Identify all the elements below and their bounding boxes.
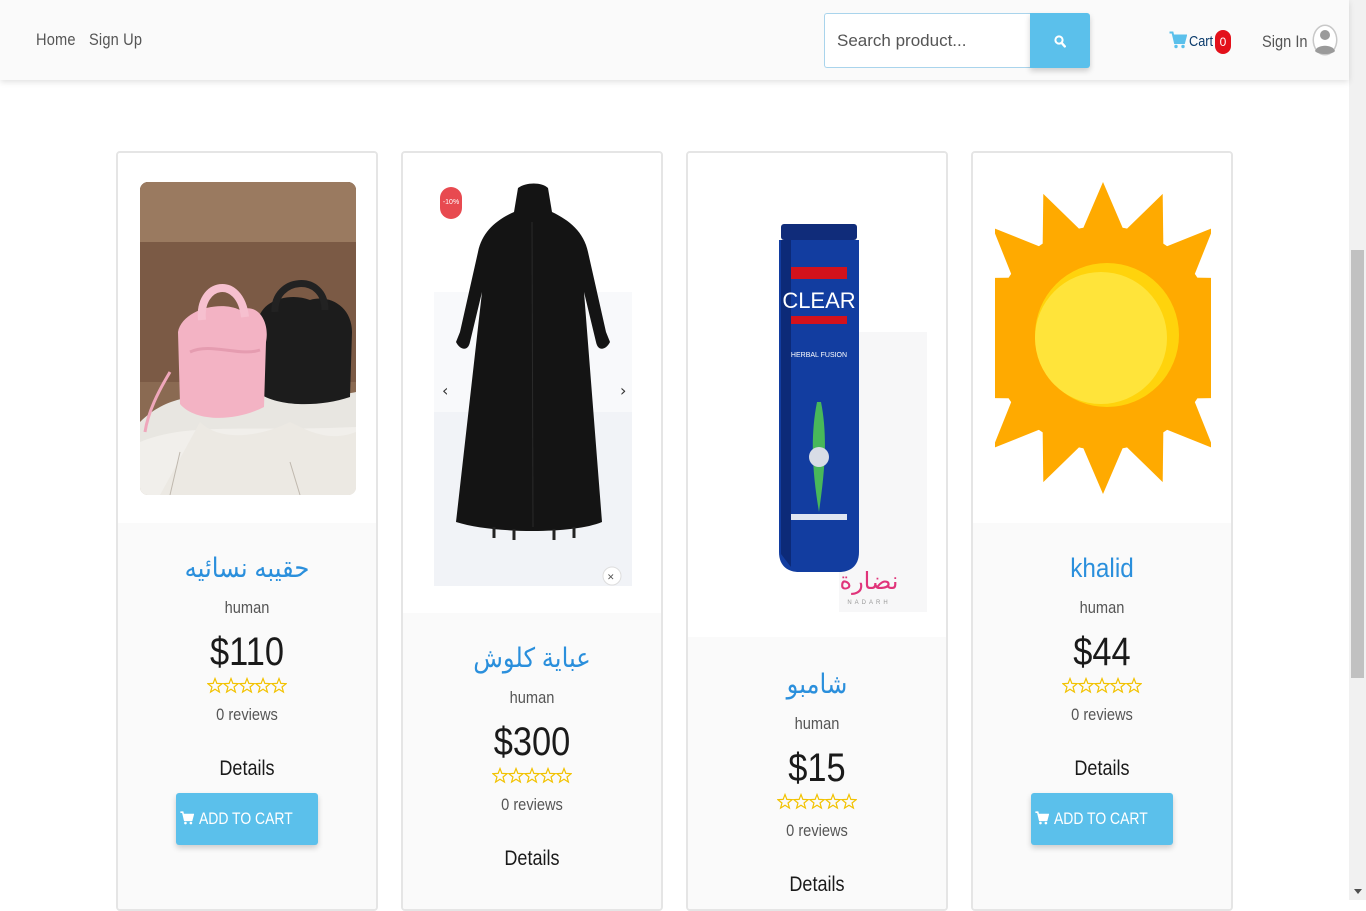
- review-count: 0 reviews: [786, 821, 848, 840]
- cart-icon: [1035, 811, 1050, 825]
- star-rating-icons: [776, 792, 858, 810]
- product-category: human: [794, 714, 840, 733]
- star-icon: [824, 792, 842, 810]
- product-price: $15: [788, 746, 846, 790]
- star-icon: [270, 676, 288, 694]
- star-icon: [222, 676, 240, 694]
- rating-stars: [688, 791, 946, 817]
- logo-sub-text: NADARH: [847, 600, 890, 606]
- star-icon: [555, 766, 573, 784]
- product-title[interactable]: khalid: [986, 553, 1218, 584]
- svg-text:‹: ‹: [442, 381, 448, 400]
- scrollbar-thumb[interactable]: [1351, 250, 1364, 678]
- shopping-cart-icon: [1169, 31, 1187, 49]
- add-to-cart-button[interactable]: ADD TO CART: [176, 793, 318, 845]
- search-button[interactable]: [1030, 13, 1090, 68]
- svg-text:✕: ✕: [607, 573, 615, 583]
- product-image-abaya[interactable]: ‹ › ✕: [434, 182, 632, 586]
- product-card: ‹ › ✕ -10% عباية كلوش human $300 0 revie…: [401, 151, 663, 911]
- star-icon: [1077, 676, 1095, 694]
- cart-count-badge: 0: [1215, 30, 1231, 54]
- rating-stars: [973, 675, 1231, 701]
- star-icon: [776, 792, 794, 810]
- review-count: 0 reviews: [1071, 705, 1133, 724]
- review-count: 0 reviews: [501, 795, 563, 814]
- star-rating-icons: [1061, 676, 1143, 694]
- page-scrollbar[interactable]: [1349, 0, 1366, 900]
- star-icon: [1109, 676, 1127, 694]
- product-image-sun[interactable]: [995, 180, 1211, 498]
- product-image-shampoo[interactable]: CLEAR HERBAL FUSION نضارة NADARH: [719, 182, 929, 612]
- brand-text: CLEAR: [782, 288, 855, 313]
- rating-stars: [118, 675, 376, 701]
- product-info: حقيبه نسائيه human $110 0 reviews Detail…: [118, 523, 376, 909]
- add-to-cart-button[interactable]: ADD TO CART: [1031, 793, 1173, 845]
- star-rating-icons: [491, 766, 573, 784]
- search-icon: [1054, 35, 1066, 48]
- product-card: khalid human $44 0 reviews Details ADD T…: [971, 151, 1233, 911]
- product-price: $110: [210, 630, 284, 674]
- product-info: شامبو human $15 0 reviews Details: [688, 637, 946, 909]
- star-icon: [523, 766, 541, 784]
- review-count: 0 reviews: [216, 705, 278, 724]
- product-image-handbag[interactable]: [140, 182, 356, 495]
- details-link[interactable]: Details: [991, 757, 1213, 781]
- star-icon: [539, 766, 557, 784]
- cart-label: Cart: [1189, 33, 1214, 50]
- signin-link[interactable]: Sign In: [1262, 32, 1308, 52]
- star-icon: [238, 676, 256, 694]
- product-image-area[interactable]: CLEAR HERBAL FUSION نضارة NADARH: [688, 153, 946, 637]
- details-link[interactable]: Details: [706, 873, 928, 897]
- nav-signup-link[interactable]: Sign Up: [89, 30, 142, 50]
- details-link[interactable]: Details: [136, 757, 358, 781]
- star-icon: [840, 792, 858, 810]
- product-price: $300: [493, 720, 571, 764]
- rating-stars: [403, 765, 661, 791]
- add-to-cart-label: ADD TO CART: [199, 809, 293, 828]
- product-info: عباية كلوش human $300 0 reviews Details: [403, 613, 661, 909]
- product-category: human: [509, 688, 555, 707]
- product-title[interactable]: حقيبه نسائيه: [131, 553, 363, 584]
- variant-text: HERBAL FUSION: [791, 352, 847, 359]
- star-icon: [1125, 676, 1143, 694]
- search-input[interactable]: [824, 13, 1031, 68]
- cart-icon: [180, 811, 195, 825]
- add-to-cart-label: ADD TO CART: [1054, 809, 1148, 828]
- product-image-area[interactable]: [973, 153, 1231, 523]
- top-navbar: Home Sign Up Cart 0 Sign In: [0, 0, 1349, 80]
- product-category: human: [224, 598, 270, 617]
- nav-home-link[interactable]: Home: [36, 30, 76, 50]
- svg-text:›: ›: [620, 381, 626, 400]
- logo-text: نضارة: [840, 567, 899, 595]
- details-link[interactable]: Details: [421, 847, 643, 871]
- scroll-down-arrow-icon[interactable]: [1354, 889, 1362, 894]
- star-icon: [792, 792, 810, 810]
- product-title[interactable]: شامبو: [701, 669, 933, 700]
- product-image-area[interactable]: ‹ › ✕ -10%: [403, 153, 661, 613]
- user-avatar-icon[interactable]: [1312, 24, 1338, 56]
- star-rating-icons: [206, 676, 288, 694]
- product-card: حقيبه نسائيه human $110 0 reviews Detail…: [116, 151, 378, 911]
- star-icon: [808, 792, 826, 810]
- product-card: CLEAR HERBAL FUSION نضارة NADARH شامبو h…: [686, 151, 948, 911]
- product-price: $44: [1073, 630, 1131, 674]
- star-icon: [507, 766, 525, 784]
- product-info: khalid human $44 0 reviews Details ADD T…: [973, 523, 1231, 909]
- product-category: human: [1079, 598, 1125, 617]
- star-icon: [206, 676, 224, 694]
- star-icon: [1093, 676, 1111, 694]
- star-icon: [1061, 676, 1079, 694]
- discount-badge: -10%: [440, 187, 462, 219]
- star-icon: [254, 676, 272, 694]
- product-title[interactable]: عباية كلوش: [416, 643, 648, 674]
- star-icon: [491, 766, 509, 784]
- product-image-area[interactable]: [118, 153, 376, 523]
